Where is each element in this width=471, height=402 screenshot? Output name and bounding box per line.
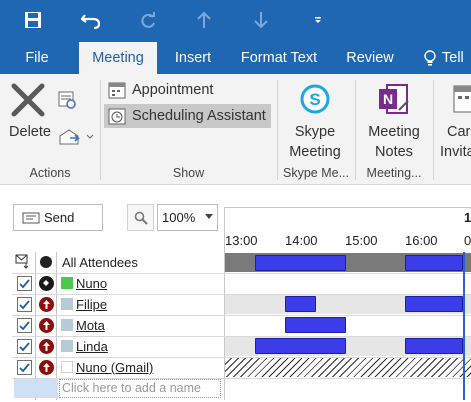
forward-button[interactable] [58, 126, 94, 146]
required-attendee-icon[interactable] [39, 297, 54, 312]
busy-block [405, 255, 463, 271]
busy-block [405, 296, 463, 312]
cancel-invitation-icon[interactable] [452, 82, 471, 116]
attendee-checkbox[interactable] [17, 318, 32, 333]
tab-meeting[interactable]: Meeting [79, 42, 157, 74]
group-separator [355, 80, 356, 180]
required-attendee-icon[interactable] [39, 318, 54, 333]
attendee-row: Linda [12, 336, 222, 357]
hour-label: 13:00 [225, 233, 258, 248]
meeting-notes-label-2[interactable]: Notes [358, 142, 430, 162]
attendee-checkbox[interactable] [17, 339, 32, 354]
save-icon[interactable] [18, 6, 48, 34]
delete-button[interactable] [10, 82, 50, 122]
quick-access-toolbar [0, 0, 471, 42]
group-separator [277, 80, 278, 180]
attendee-color-swatch [61, 361, 73, 373]
calendar-icon [108, 82, 126, 99]
add-name-input[interactable]: Click here to add a name [59, 379, 221, 398]
tab-file[interactable]: File [14, 42, 60, 74]
attendee-row: Filipe [12, 294, 222, 315]
meeting-notes-label-1[interactable]: Meeting [358, 122, 430, 142]
delete-label[interactable]: Delete [6, 122, 54, 142]
timeline-top-border [224, 207, 471, 208]
magnifier-icon [134, 211, 148, 225]
hour-label: 15:00 [345, 233, 378, 248]
zoom-button[interactable] [127, 204, 154, 231]
tab-insert[interactable]: Insert [164, 42, 222, 74]
zoom-select[interactable]: 100% [157, 204, 218, 231]
meeting-notes-group-label: Meeting... [366, 166, 422, 180]
busy-block [285, 296, 316, 312]
attendee-checkbox[interactable] [17, 276, 32, 291]
attendee-row: Nuno [12, 273, 222, 294]
skype-group-label: Skype Me... [283, 166, 349, 180]
junk-icon[interactable] [58, 90, 78, 110]
forward-icon [59, 129, 94, 145]
send-button[interactable]: Send [13, 204, 103, 231]
attendee-name[interactable]: Filipe [76, 297, 107, 312]
scheduling-assistant-button[interactable]: Scheduling Assistant [104, 104, 271, 128]
skype-meeting-label-1[interactable]: Skype [280, 122, 350, 142]
actions-group-label: Actions [29, 166, 71, 180]
svg-text:S: S [309, 90, 320, 109]
hour-label: 0 [464, 233, 471, 248]
arrow-down-icon[interactable] [246, 6, 276, 34]
attendee-name[interactable]: Linda [76, 339, 108, 354]
organizer-icon[interactable] [39, 276, 54, 291]
ribbon-tabs: File Meeting Insert Format Text Review T… [0, 42, 471, 74]
scheduling-assistant-icon [108, 108, 126, 125]
ribbon: Delete Actions Appointment Scheduling As… [0, 74, 471, 185]
no-information-hatch [225, 358, 471, 377]
onenote-icon[interactable]: N [377, 82, 411, 118]
undo-icon[interactable] [76, 6, 106, 34]
busy-block [255, 338, 346, 354]
add-row-selection [14, 379, 58, 398]
busy-block [405, 338, 463, 354]
busy-block [285, 317, 346, 333]
arrow-up-icon[interactable] [189, 6, 219, 34]
required-attendee-icon[interactable] [39, 339, 54, 354]
attendee-checkbox[interactable] [17, 297, 32, 312]
show-group-label: Show [172, 166, 205, 180]
send-icon [22, 212, 40, 223]
add-attendee-row: Click here to add a name [12, 378, 222, 399]
cancel-invitation-label-2[interactable]: Invita [440, 142, 471, 162]
svg-text:N: N [383, 91, 393, 107]
attendee-name[interactable]: Nuno (Gmail) [76, 360, 153, 375]
attendee-checkbox[interactable] [17, 360, 32, 375]
lightbulb-icon [424, 50, 436, 66]
busy-block [255, 255, 346, 271]
attendee-color-swatch [61, 319, 73, 331]
skype-meeting-label-2[interactable]: Meeting [280, 142, 350, 162]
hour-label: 14:00 [285, 233, 318, 248]
all-attendees-row: All Attendees [12, 252, 222, 273]
group-separator [433, 80, 434, 180]
appointment-button[interactable]: Appointment [104, 78, 274, 102]
all-attendees-label: All Attendees [62, 255, 138, 270]
hour-label: 16:00 [405, 233, 438, 248]
attendee-name[interactable]: Mota [76, 318, 105, 333]
skype-icon[interactable]: S [298, 82, 332, 116]
day-label: 1 [464, 210, 471, 225]
meeting-start-marker[interactable] [463, 252, 465, 400]
envelope-check-icon[interactable] [15, 253, 31, 269]
tab-review[interactable]: Review [338, 42, 402, 74]
delete-icon [11, 83, 45, 117]
attendee-color-swatch [61, 298, 73, 310]
attendee-color-swatch [61, 277, 73, 289]
attendee-color-swatch [61, 340, 73, 352]
required-attendee-icon[interactable] [39, 360, 54, 375]
chevron-down-icon [205, 214, 213, 219]
attendee-row: Nuno (Gmail) [12, 357, 222, 378]
cancel-invitation-label-1[interactable]: Car [447, 122, 471, 142]
customize-qat-icon[interactable] [303, 6, 333, 34]
attendee-role-header-icon [40, 256, 52, 268]
group-separator [100, 80, 101, 180]
tab-format-text[interactable]: Format Text [232, 42, 326, 74]
attendee-name[interactable]: Nuno [76, 276, 107, 291]
redo-icon[interactable] [133, 6, 163, 34]
tab-tell-me[interactable]: Tell [418, 42, 471, 74]
attendee-row: Mota [12, 315, 222, 336]
